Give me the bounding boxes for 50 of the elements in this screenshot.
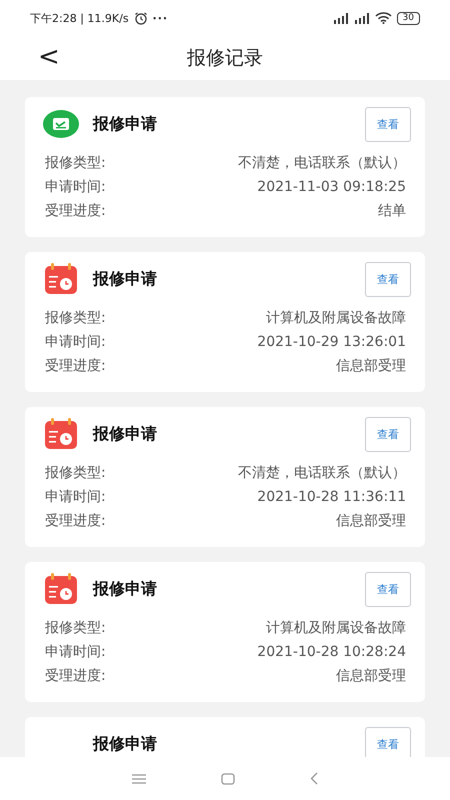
calendar-clock-icon <box>44 263 78 295</box>
card-title: 报修申请 <box>93 578 158 600</box>
view-button[interactable]: 查看 <box>365 262 411 296</box>
card-title: 报修申请 <box>93 268 158 290</box>
field-value: 计算机及附属设备故障 <box>266 309 406 328</box>
field-value: 2021-10-29 13:26:01 <box>257 333 406 352</box>
view-button[interactable]: 查看 <box>365 726 411 757</box>
signal-icon <box>332 12 349 24</box>
field-label: 受理进度: <box>45 667 106 686</box>
field-value: 不清楚，电话联系（默认） <box>238 464 406 483</box>
field-label: 报修类型: <box>45 464 106 483</box>
field-value: 2021-10-28 11:36:11 <box>257 488 406 507</box>
field-label: 受理进度: <box>45 202 106 221</box>
field-value: 信息部受理 <box>336 667 406 686</box>
view-button[interactable]: 查看 <box>365 106 411 142</box>
page-title: 报修记录 <box>187 46 263 71</box>
menu-icon[interactable] <box>132 774 146 784</box>
field-value: 2021-10-28 10:28:24 <box>257 643 406 662</box>
field-label: 报修类型: <box>45 154 106 173</box>
view-button[interactable]: 查看 <box>365 416 411 452</box>
field-label: 申请时间: <box>45 488 106 507</box>
field-label: 报修类型: <box>45 309 106 328</box>
field-value: 信息部受理 <box>336 357 406 376</box>
field-value: 2021-11-03 09:18:25 <box>257 178 406 197</box>
field-label: 受理进度: <box>45 512 106 531</box>
field-value: 计算机及附属设备故障 <box>266 619 406 638</box>
field-value: 不清楚，电话联系（默认） <box>238 154 406 173</box>
home-icon[interactable] <box>220 772 235 784</box>
field-label: 受理进度: <box>45 357 106 376</box>
calendar-clock-icon <box>44 573 78 605</box>
field-label: 申请时间: <box>45 178 106 197</box>
inbox-icon <box>43 110 79 138</box>
field-label: 申请时间: <box>45 643 106 662</box>
back-icon[interactable] <box>310 772 318 785</box>
signal-icon <box>354 12 370 24</box>
field-label: 报修类型: <box>45 619 106 638</box>
alarm-clock-icon <box>134 12 148 24</box>
field-value: 结单 <box>378 202 406 221</box>
card-title: 报修申请 <box>93 734 158 754</box>
card-title: 报修申请 <box>93 424 158 444</box>
field-value: 信息部受理 <box>336 512 406 531</box>
view-button[interactable]: 查看 <box>365 572 411 606</box>
battery-indicator: 30 <box>396 12 420 24</box>
back-button[interactable]: < <box>34 42 64 72</box>
status-time: 下午2:28 | 11.9K/s <box>30 10 129 26</box>
more-indicator: ··· <box>152 12 168 24</box>
calendar-clock-icon <box>44 418 78 450</box>
card-title: 报修申请 <box>93 114 158 134</box>
field-label: 申请时间: <box>45 333 106 352</box>
wifi-icon <box>374 12 392 24</box>
